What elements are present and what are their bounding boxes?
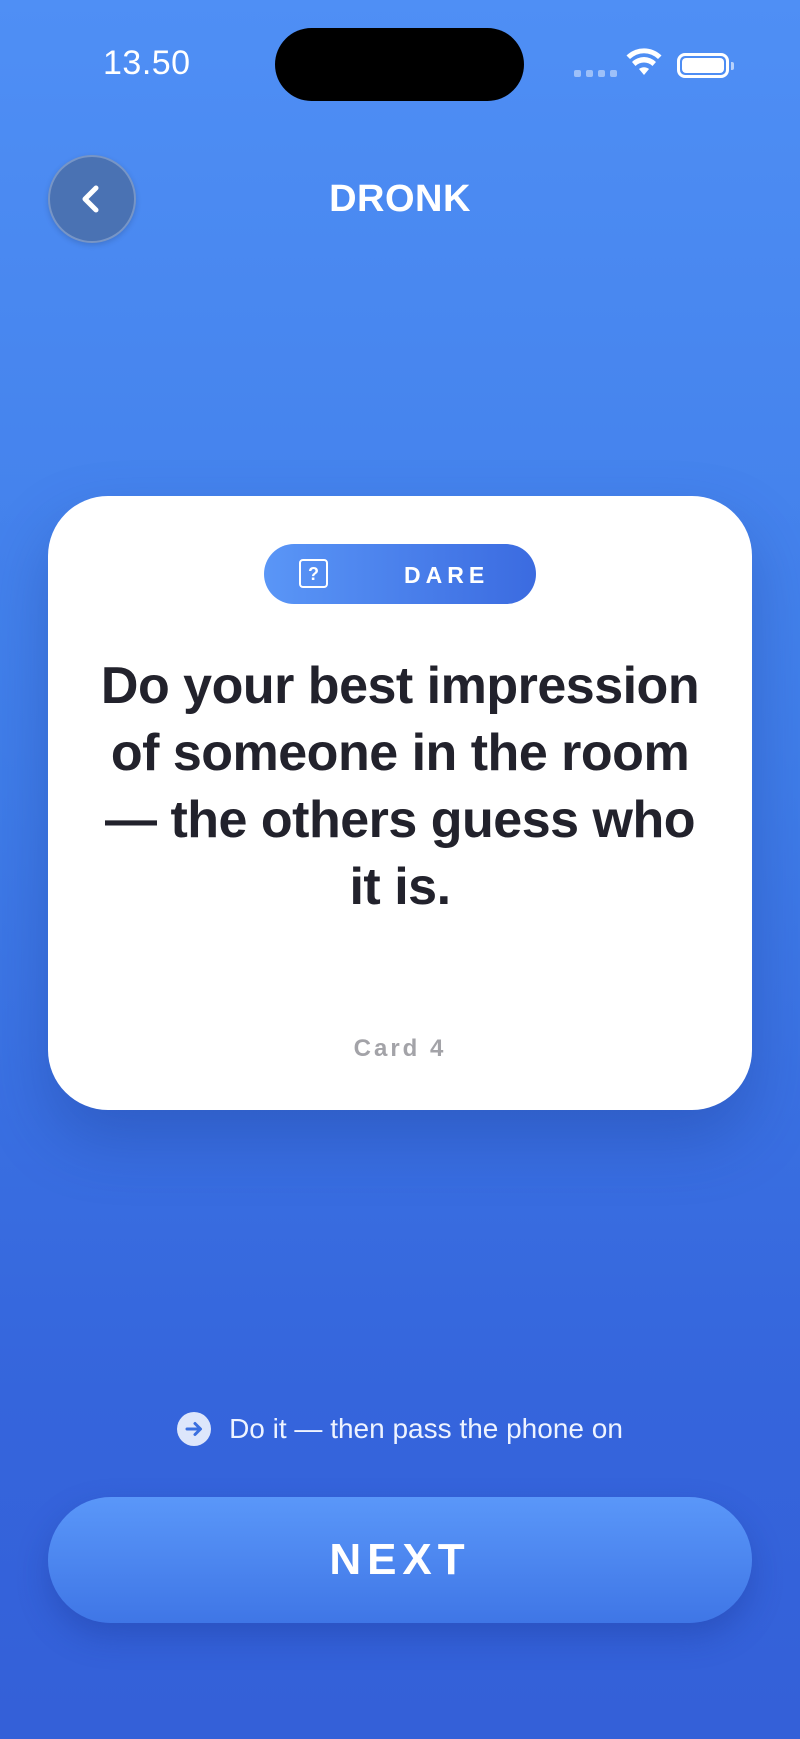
next-button[interactable]: NEXT [48, 1497, 752, 1623]
status-time: 13.50 [103, 44, 191, 82]
question-square-icon: ? [299, 559, 328, 588]
prompt-card: ? DARE Do your best impression of someon… [48, 496, 752, 1110]
card-type-label: DARE [404, 562, 490, 588]
hint-text: Do it — then pass the phone on [229, 1413, 623, 1444]
dynamic-island [275, 28, 524, 101]
pass-hint: Do it — then pass the phone on [0, 1412, 800, 1446]
wifi-icon [626, 48, 662, 75]
battery-icon [677, 53, 734, 78]
arrow-right-circle-icon [177, 1412, 212, 1446]
card-prompt-text: Do your best impression of someone in th… [100, 657, 700, 916]
card-type-badge: ? DARE [264, 544, 536, 604]
page-title: DRONK [329, 178, 471, 220]
next-button-label: NEXT [329, 1535, 471, 1584]
card-number: Card 4 [353, 1035, 447, 1062]
signal-dots-icon [574, 70, 617, 77]
